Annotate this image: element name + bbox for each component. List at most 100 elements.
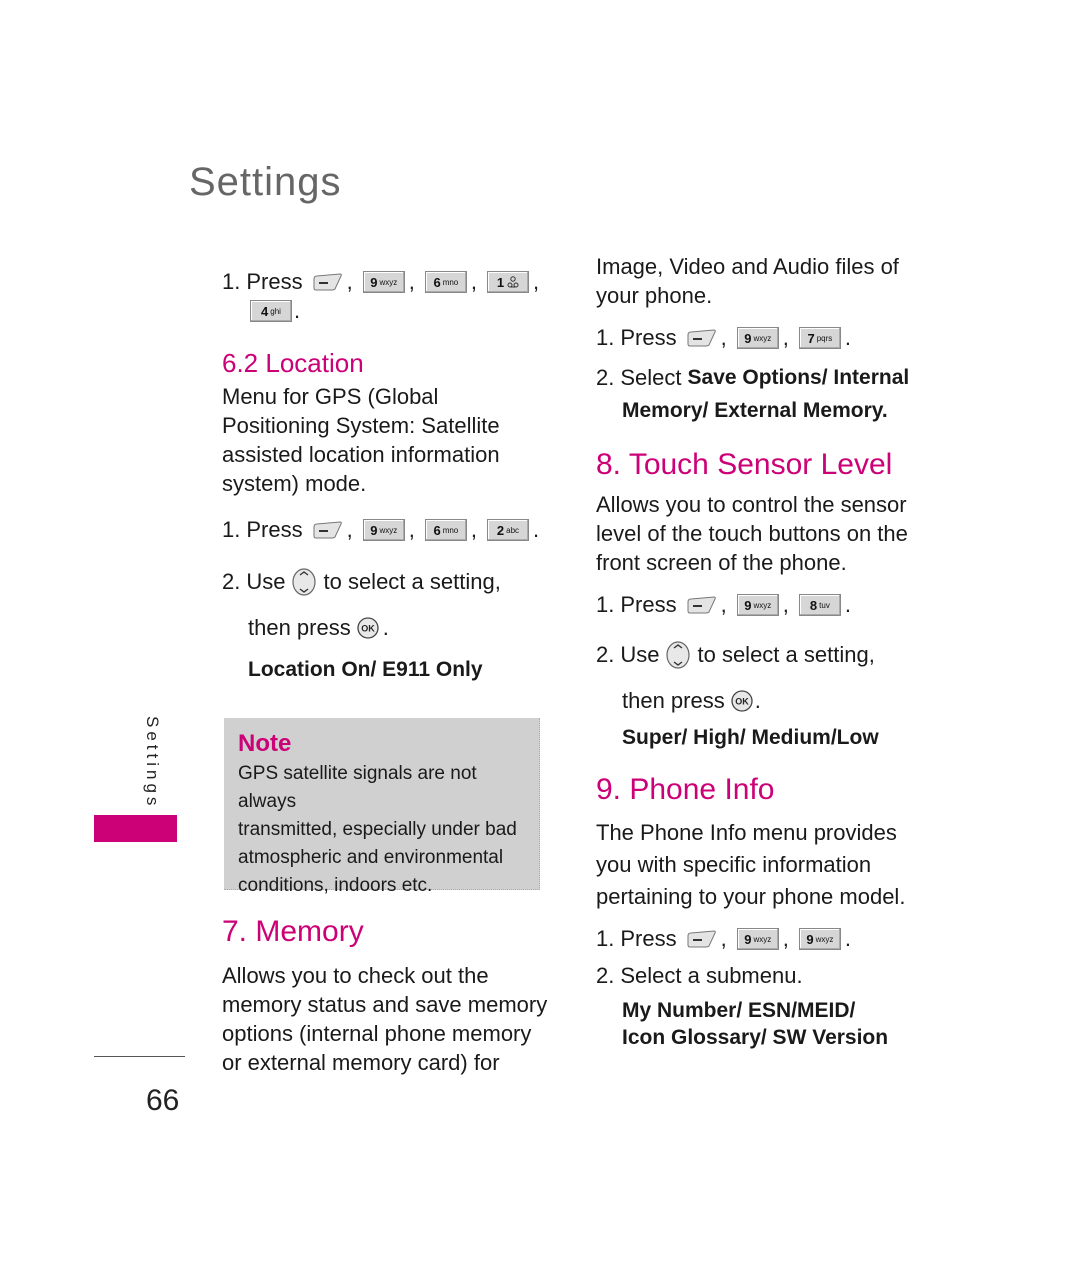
desc-line: you with specific information <box>596 852 872 877</box>
location-step-1: 1. Press , 9 wxyz, 6 mno, 2 abc . <box>222 517 540 542</box>
touch-description: Allows you to control the sensor level o… <box>596 490 936 577</box>
location-options: Location On/ E911 Only <box>248 658 483 681</box>
step-number: 1. <box>596 592 615 617</box>
location-heading: 6.2 Location <box>222 348 364 378</box>
step-verb: Press <box>620 592 677 617</box>
phone-info-step-2: 2. Select a submenu. <box>596 959 936 993</box>
key-2-abc: 2 abc <box>486 519 529 541</box>
key-6-mno: 6 mno <box>424 271 467 293</box>
phone-info-options-line2: Icon Glossary/ SW Version <box>622 1026 889 1049</box>
svg-text:OK: OK <box>361 624 375 634</box>
touch-step-2: 2. Use to select a setting, <box>596 635 936 675</box>
step-end: . <box>844 325 851 350</box>
key-9-wxyz: 9 wxyz <box>736 594 779 616</box>
note-line: atmospheric and environmental <box>238 847 504 868</box>
location-step-2: 2. Use to select a setting, <box>222 562 552 602</box>
desc-line: front screen of the phone. <box>596 550 847 575</box>
step-number: 1. <box>222 269 241 294</box>
memory-section: 7. Memory Allows you to check out the me… <box>222 913 562 1077</box>
phone-info-heading: 9. Phone Info <box>596 773 775 806</box>
step-end: . <box>382 615 389 640</box>
location-description: Menu for GPS (Global Positioning System:… <box>222 382 552 498</box>
step-number: 2. <box>596 963 615 988</box>
step-text: Select a submenu. <box>620 963 803 988</box>
desc-line: assisted location information <box>222 442 500 467</box>
voicemail-icon <box>507 276 519 288</box>
touch-sensor-heading: 8. Touch Sensor Level <box>596 448 893 481</box>
desc-line: The Phone Info menu provides <box>596 820 897 845</box>
step-number: 2. <box>596 642 615 667</box>
step-post: to select a setting, <box>323 569 501 594</box>
memory-heading: 7. Memory <box>222 915 364 948</box>
phone-info-description: The Phone Info menu provides you with sp… <box>596 817 936 913</box>
step-line2: then press <box>622 688 725 713</box>
note-line: GPS satellite signals are not always <box>238 763 477 812</box>
page-number: 66 <box>146 1084 180 1117</box>
step-line2: then press <box>248 615 351 640</box>
memory-step-2: 2. Select Save Options/ Internal <box>596 362 936 394</box>
phone-info-step-1: 1. Press , 9 wxyz, 9 wxyz . <box>596 926 851 951</box>
step-pre: Select <box>620 365 682 390</box>
memory-step-1: 1. Press , 9 wxyz, 7 pqrs . <box>596 325 851 350</box>
note-line: conditions, indoors etc. <box>238 875 433 896</box>
right-column: Image, Video and Audio files of your pho… <box>596 252 936 1051</box>
nav-up-down-icon <box>292 568 317 596</box>
touch-step-1: 1. Press , 9 wxyz, 8 tuv . <box>596 592 851 617</box>
step-number: 2. <box>596 365 615 390</box>
key-8-tuv: 8 tuv <box>798 594 841 616</box>
step-verb: Press <box>246 517 303 542</box>
step-verb: Press <box>246 269 303 294</box>
note-box: Note GPS satellite signals are not alway… <box>224 718 540 896</box>
step-verb: Press <box>620 325 677 350</box>
step-pre: Use <box>620 642 660 667</box>
note-title: Note <box>238 730 292 757</box>
step-number: 2. <box>222 569 241 594</box>
side-section-label: Settings <box>143 716 162 810</box>
step-verb: Press <box>620 926 677 951</box>
ok-key-icon: OK <box>357 617 379 639</box>
desc-line: pertaining to your phone model. <box>596 884 906 909</box>
step-post: to select a setting, <box>697 642 875 667</box>
desc-line: Allows you to check out the <box>222 963 489 988</box>
step-number: 1. <box>596 325 615 350</box>
left-softkey-icon <box>687 930 716 948</box>
desc-line: Image, Video and Audio files of <box>596 254 899 279</box>
save-options-line2: Memory/ External Memory. <box>622 399 888 422</box>
key-6-mno: 6 mno <box>424 519 467 541</box>
left-softkey-icon <box>313 521 342 539</box>
key-9-wxyz: 9 wxyz <box>362 271 405 293</box>
touch-options: Super/ High/ Medium/Low <box>622 726 879 749</box>
key-9-wxyz: 9 wxyz <box>736 327 779 349</box>
step-end: . <box>844 926 851 951</box>
key-9-wxyz: 9 wxyz <box>736 928 779 950</box>
key-7-pqrs: 7 pqrs <box>798 327 841 349</box>
memory-description: Allows you to check out the memory statu… <box>222 961 562 1077</box>
save-options-line1: Save Options/ Internal <box>687 366 910 389</box>
note-line: transmitted, especially under bad <box>238 819 517 840</box>
nav-up-down-icon <box>666 641 691 669</box>
left-softkey-icon <box>687 329 716 347</box>
ok-key-icon: OK <box>731 690 753 712</box>
desc-line: your phone. <box>596 283 713 308</box>
step-end: . <box>754 688 761 713</box>
step-number: 1. <box>222 517 241 542</box>
left-softkey-icon <box>687 596 716 614</box>
step-end: . <box>532 517 540 542</box>
key-1-voicemail: 1 <box>486 271 529 293</box>
left-column: 1. Press , 9 wxyz, 6 mno, 1, 4 ghi . 6.2 Lo… <box>222 262 552 690</box>
step-end: . <box>844 592 851 617</box>
phone-info-options-line1: My Number/ ESN/MEID/ <box>622 999 856 1022</box>
desc-line: memory status and save memory <box>222 992 548 1017</box>
key-9-wxyz: 9 wxyz <box>798 928 841 950</box>
step-pre: Use <box>246 569 286 594</box>
desc-line: level of the touch buttons on the <box>596 521 908 546</box>
location-step-2-cont: then press OK . <box>222 608 552 648</box>
svg-text:OK: OK <box>735 697 749 707</box>
step-end: . <box>294 298 301 323</box>
desc-line: Allows you to control the sensor <box>596 492 907 517</box>
key-4-ghi: 4 ghi <box>250 300 292 322</box>
section-tab-marker <box>94 815 177 842</box>
desc-line: or external memory card) for <box>222 1050 500 1075</box>
left-softkey-icon <box>313 273 342 291</box>
key-9-wxyz: 9 wxyz <box>362 519 405 541</box>
